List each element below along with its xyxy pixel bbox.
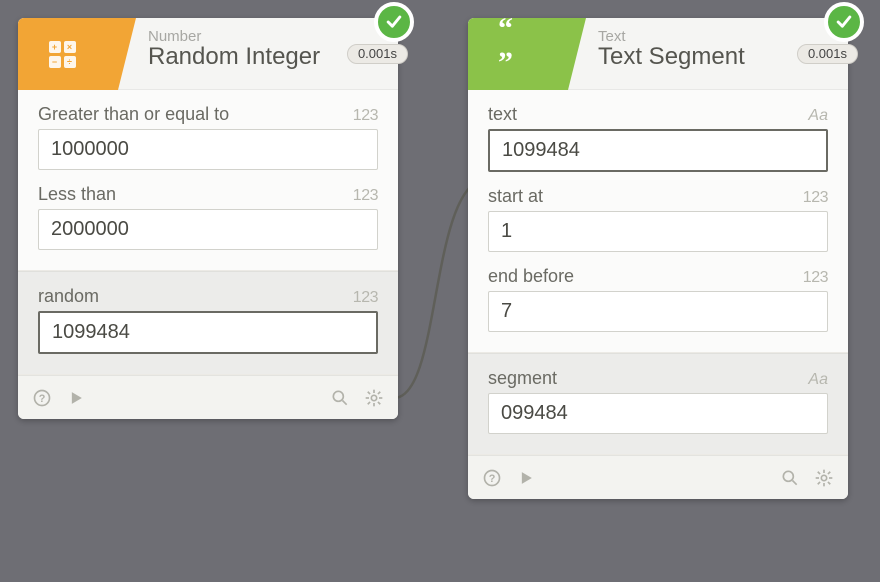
input-greater-than-or-equal[interactable] [38,129,378,170]
header-color-tab: + × − ÷ [18,18,118,90]
card-footer: ? [18,375,398,419]
svg-text:?: ? [489,473,496,485]
field-label-random: random [38,286,99,307]
input-less-than[interactable] [38,209,378,250]
field-label-text: text [488,104,517,125]
input-start-at[interactable] [488,211,828,252]
field-label-gte: Greater than or equal to [38,104,229,125]
status-badge-success [824,2,864,42]
field-label-end: end before [488,266,574,287]
check-icon [834,12,854,32]
calculator-icon: + × − ÷ [48,40,76,68]
execution-time: 0.001s [797,44,858,64]
inputs-section: text Aa start at 123 end before 123 [468,90,848,353]
gear-icon[interactable] [364,388,384,408]
card-random-integer: + × − ÷ Number Random Integer 0.001s Gre… [18,18,398,419]
help-icon[interactable]: ? [482,468,502,488]
field-label-segment: segment [488,368,557,389]
output-random[interactable] [38,311,378,354]
type-indicator-number: 123 [353,187,378,205]
search-icon[interactable] [330,388,350,408]
card-text-segment: “ ” Text Text Segment 0.001s text Aa [468,18,848,499]
outputs-section: segment Aa [468,353,848,455]
type-indicator-number: 123 [803,269,828,287]
card-header: “ ” Text Text Segment 0.001s [468,18,848,90]
status-badge-success [374,2,414,42]
gear-icon[interactable] [814,468,834,488]
header-color-tab: “ ” [468,18,568,90]
check-icon [384,12,404,32]
field-label-lt: Less than [38,184,116,205]
search-icon[interactable] [780,468,800,488]
outputs-section: random 123 [18,271,398,375]
input-text[interactable] [488,129,828,172]
execution-time: 0.001s [347,44,408,64]
card-footer: ? [468,455,848,499]
field-label-start: start at [488,186,543,207]
type-indicator-text: Aa [808,371,828,389]
card-title: Random Integer [148,43,320,71]
type-indicator-number: 123 [803,189,828,207]
play-icon[interactable] [66,388,86,408]
type-indicator-number: 123 [353,107,378,125]
card-header: + × − ÷ Number Random Integer 0.001s [18,18,398,90]
help-icon[interactable]: ? [32,388,52,408]
input-end-before[interactable] [488,291,828,332]
quotes-icon: “ ” [498,32,526,60]
play-icon[interactable] [516,468,536,488]
inputs-section: Greater than or equal to 123 Less than 1… [18,90,398,271]
type-indicator-number: 123 [353,289,378,307]
card-title: Text Segment [598,43,745,71]
output-segment[interactable] [488,393,828,434]
type-indicator-text: Aa [808,107,828,125]
svg-text:?: ? [39,393,46,405]
